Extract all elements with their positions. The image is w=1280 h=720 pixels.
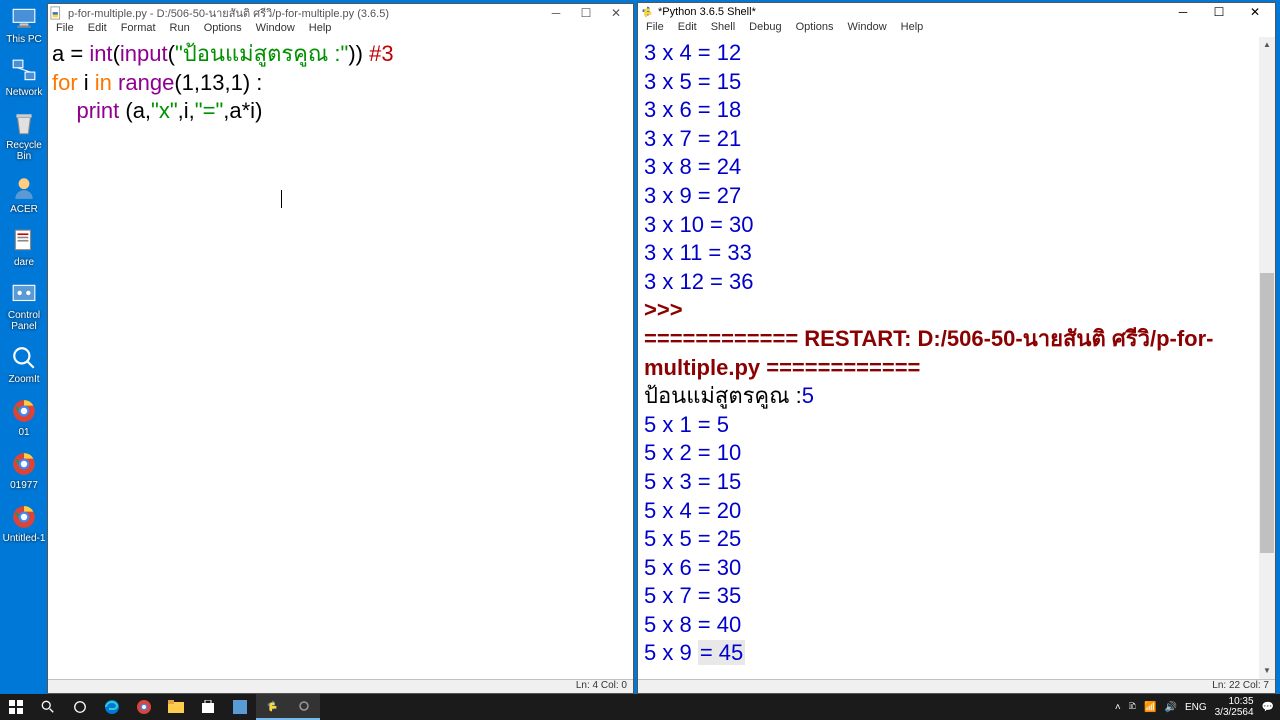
- menu-options[interactable]: Options: [792, 21, 838, 36]
- battery-icon[interactable]: 🗈: [1129, 699, 1136, 716]
- tray-chevron-icon[interactable]: ˄: [1115, 702, 1121, 713]
- editor-window: p-for-multiple.py - D:/506-50-นายสันติ ศ…: [47, 3, 634, 694]
- shell-scrollbar[interactable]: ▲ ▼: [1259, 37, 1275, 679]
- editor-statusbar: Ln: 4 Col: 0: [48, 679, 633, 693]
- menu-window[interactable]: Window: [252, 22, 299, 37]
- menu-edit[interactable]: Edit: [674, 21, 701, 36]
- scroll-up-button[interactable]: ▲: [1259, 37, 1275, 53]
- idle-taskbar-icon[interactable]: [256, 694, 288, 720]
- menu-debug[interactable]: Debug: [745, 21, 785, 36]
- shell-menubar: File Edit Shell Debug Options Window Help: [638, 21, 1275, 37]
- desktop-chrome-icon[interactable]: Untitled-1: [2, 503, 46, 544]
- restart-line: ============ RESTART: D:/506-50-นายสันติ…: [644, 325, 1257, 382]
- output-line: 5 x 1 = 5: [644, 411, 1257, 440]
- output-line: 3 x 10 = 30: [644, 211, 1257, 240]
- desktop-cp-icon[interactable]: Control Panel: [2, 280, 46, 332]
- shell-title: *Python 3.6.5 Shell*: [658, 6, 1165, 18]
- wifi-icon[interactable]: 📶: [1144, 702, 1156, 713]
- output-line: 3 x 7 = 21: [644, 125, 1257, 154]
- menu-file[interactable]: File: [52, 22, 78, 37]
- desktop-chrome-icon[interactable]: 01: [2, 397, 46, 438]
- output-line: 5 x 3 = 15: [644, 468, 1257, 497]
- desktop-file-icon[interactable]: dare: [2, 227, 46, 268]
- output-line: 5 x 2 = 10: [644, 439, 1257, 468]
- output-line: 3 x 9 = 27: [644, 182, 1257, 211]
- menu-edit[interactable]: Edit: [84, 22, 111, 37]
- menu-help[interactable]: Help: [897, 21, 928, 36]
- minimize-button[interactable]: ─: [1165, 3, 1201, 21]
- desktop-bin-icon[interactable]: Recycle Bin: [2, 110, 46, 162]
- output-line: 3 x 12 = 36: [644, 268, 1257, 297]
- output-line: 3 x 5 = 15: [644, 68, 1257, 97]
- output-line: 3 x 11 = 33: [644, 239, 1257, 268]
- close-button[interactable]: ✕: [1237, 3, 1273, 21]
- desktop-chrome-icon[interactable]: 01977: [2, 450, 46, 491]
- menu-format[interactable]: Format: [117, 22, 160, 37]
- output-line: 5 x 8 = 40: [644, 611, 1257, 640]
- menu-options[interactable]: Options: [200, 22, 246, 37]
- output-line: 5 x 7 = 35: [644, 582, 1257, 611]
- menu-window[interactable]: Window: [844, 21, 891, 36]
- close-button[interactable]: ✕: [601, 4, 631, 22]
- editor-title: p-for-multiple.py - D:/506-50-นายสันติ ศ…: [68, 4, 541, 22]
- cortana-button[interactable]: [64, 694, 96, 720]
- shell-statusbar: Ln: 22 Col: 7: [638, 679, 1275, 693]
- edge-icon[interactable]: [96, 694, 128, 720]
- scroll-down-button[interactable]: ▼: [1259, 663, 1275, 679]
- desktop-user-icon[interactable]: ACER: [2, 174, 46, 215]
- editor-content[interactable]: a = int(input("ป้อนแม่สูตรคูณ :")) #3 fo…: [48, 38, 633, 679]
- clock[interactable]: 10:35 3/3/2564: [1215, 696, 1254, 718]
- language-indicator[interactable]: ENG: [1185, 702, 1207, 713]
- maximize-button[interactable]: ☐: [571, 4, 601, 22]
- output-line: 3 x 8 = 24: [644, 153, 1257, 182]
- editor-titlebar[interactable]: p-for-multiple.py - D:/506-50-นายสันติ ศ…: [48, 4, 633, 22]
- search-button[interactable]: [32, 694, 64, 720]
- output-line: 3 x 4 = 12: [644, 39, 1257, 68]
- python-file-icon: [50, 6, 64, 20]
- shell-titlebar[interactable]: *Python 3.6.5 Shell* ─ ☐ ✕: [638, 3, 1275, 21]
- python-icon: [640, 5, 654, 19]
- minimize-button[interactable]: ─: [541, 4, 571, 22]
- menu-help[interactable]: Help: [305, 22, 336, 37]
- chrome-taskbar-icon[interactable]: [128, 694, 160, 720]
- notification-icon[interactable]: 💬: [1262, 702, 1274, 713]
- desktop-net-icon[interactable]: Network: [2, 57, 46, 98]
- explorer-icon[interactable]: [160, 694, 192, 720]
- shell-content[interactable]: 3 x 4 = 123 x 5 = 153 x 6 = 183 x 7 = 21…: [638, 37, 1275, 679]
- taskbar: ˄ 🗈 📶 🔊 ENG 10:35 3/3/2564 💬: [0, 694, 1280, 720]
- store-icon[interactable]: [192, 694, 224, 720]
- start-button[interactable]: [0, 694, 32, 720]
- text-cursor: [281, 190, 282, 208]
- obs-icon[interactable]: [288, 694, 320, 720]
- editor-menubar: File Edit Format Run Options Window Help: [48, 22, 633, 38]
- volume-icon[interactable]: 🔊: [1164, 702, 1176, 713]
- desktop-pc-icon[interactable]: This PC: [2, 4, 46, 45]
- menu-run[interactable]: Run: [166, 22, 194, 37]
- output-line: 5 x 6 = 30: [644, 554, 1257, 583]
- app-icon[interactable]: [224, 694, 256, 720]
- output-line: 5 x 5 = 25: [644, 525, 1257, 554]
- menu-file[interactable]: File: [642, 21, 668, 36]
- output-line: 3 x 6 = 18: [644, 96, 1257, 125]
- scroll-thumb[interactable]: [1260, 273, 1274, 553]
- shell-prompt: >>>: [644, 297, 683, 322]
- output-line: 5 x 4 = 20: [644, 497, 1257, 526]
- menu-shell[interactable]: Shell: [707, 21, 739, 36]
- desktop-zoom-icon[interactable]: ZoomIt: [2, 344, 46, 385]
- maximize-button[interactable]: ☐: [1201, 3, 1237, 21]
- shell-window: *Python 3.6.5 Shell* ─ ☐ ✕ File Edit Shell…: [637, 2, 1276, 694]
